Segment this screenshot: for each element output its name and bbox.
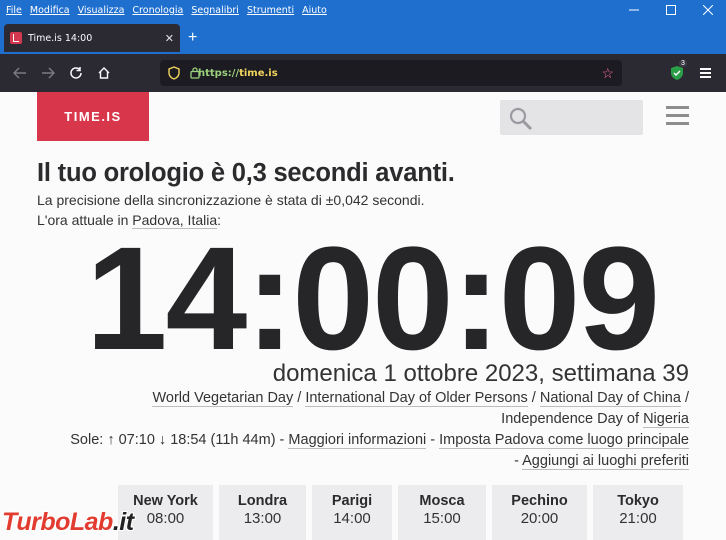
add-favorite-link[interactable]: Aggiungi ai luoghi preferiti — [522, 452, 689, 470]
tab-close-icon[interactable]: ✕ — [165, 32, 174, 45]
tab-title: Time.is 14:00 — [28, 32, 93, 44]
tracking-shield-icon[interactable] — [168, 66, 180, 85]
city-time: 14:00 — [333, 510, 371, 527]
event-link[interactable]: World Vegetarian Day — [152, 390, 294, 407]
event-separator: / — [680, 390, 689, 406]
event-link[interactable]: National Day of China — [539, 390, 681, 407]
city-card[interactable]: Parigi 14:00 — [312, 485, 392, 540]
city-time: 21:00 — [619, 510, 657, 527]
menu-modifica[interactable]: Modifica — [30, 5, 70, 16]
close-icon[interactable] — [689, 0, 726, 20]
event-separator: / — [293, 390, 306, 406]
menu-segnalibri[interactable]: Segnalibri — [191, 5, 239, 16]
event-prefix: Independence Day of — [501, 410, 644, 427]
url-bar[interactable]: https://time.is ☆ — [160, 60, 622, 86]
city-clocks: New York 08:00 Londra 13:00 Parigi 14:00 Mo… — [118, 485, 689, 540]
reload-icon[interactable] — [66, 63, 86, 83]
events-list: World Vegetarian Day / International Day… — [89, 388, 689, 429]
set-home-link[interactable]: Imposta Padova come luogo principale — [439, 432, 689, 449]
city-name: New York — [133, 493, 198, 509]
clock-offset-headline: Il tuo orologio è 0,3 secondi avanti. — [37, 159, 455, 187]
date-text: domenica 1 ottobre 2023, settimana 39 — [272, 360, 689, 387]
main-clock: 14:00:09 — [85, 217, 660, 381]
event-link[interactable]: Nigeria — [643, 410, 689, 428]
menu-visualizza[interactable]: Visualizza — [78, 5, 125, 16]
city-name: Londra — [237, 493, 288, 509]
city-name: Mosca — [419, 493, 465, 509]
menu-file[interactable]: File — [6, 5, 22, 16]
site-menu-icon[interactable] — [666, 106, 689, 130]
more-info-link[interactable]: Maggiori informazioni — [288, 432, 427, 449]
url-host: time.is — [239, 67, 278, 79]
web-page: TIME.IS Il tuo orologio è 0,3 secondi av… — [0, 92, 726, 540]
city-card[interactable]: Pechino 20:00 — [492, 485, 587, 540]
city-card[interactable]: Tokyo 21:00 — [593, 485, 683, 540]
sun-dash: - — [514, 452, 523, 469]
tab-time-is[interactable]: Time.is 14:00 ✕ — [4, 24, 180, 52]
new-tab-button[interactable]: + — [188, 30, 197, 46]
menu-strumenti[interactable]: Strumenti — [247, 5, 294, 16]
city-card[interactable]: Mosca 15:00 — [398, 485, 486, 540]
turbolab-watermark: TurboLab.it — [2, 508, 134, 537]
city-time: 15:00 — [423, 510, 461, 527]
menu-aiuto[interactable]: Aiuto — [302, 5, 327, 16]
time-is-favicon-icon — [10, 32, 22, 44]
navigation-bar: https://time.is ☆ 3 — [0, 54, 726, 92]
home-icon[interactable] — [94, 63, 114, 83]
city-name: Pechino — [511, 493, 568, 509]
city-time: 13:00 — [243, 510, 282, 527]
sun-info: Sole: ↑ 07:10 ↓ 18:54 (11h 44m) - Maggio… — [69, 430, 689, 471]
sync-precision-text: La precisione della sincronizzazione è s… — [37, 192, 425, 208]
menu-bar: File Modifica Visualizza Cronologia Segn… — [0, 0, 726, 20]
watermark-domain: .it — [112, 508, 134, 536]
event-link[interactable]: International Day of Older Persons — [305, 390, 528, 407]
bookmark-star-icon[interactable]: ☆ — [601, 65, 614, 82]
minimize-icon[interactable] — [615, 0, 652, 20]
event-separator: / — [527, 390, 540, 406]
maximize-icon[interactable] — [652, 0, 689, 20]
app-menu-icon[interactable] — [700, 68, 711, 80]
extension-shield-icon[interactable]: 3 — [670, 60, 687, 81]
back-arrow-icon[interactable] — [10, 63, 30, 83]
time-is-logo[interactable]: TIME.IS — [37, 92, 149, 141]
menu-cronologia[interactable]: Cronologia — [132, 5, 183, 16]
search-icon — [509, 107, 533, 136]
forward-arrow-icon[interactable] — [38, 63, 58, 83]
city-name: Tokyo — [617, 493, 659, 509]
tab-strip: Time.is 14:00 ✕ + — [0, 20, 726, 54]
sun-times: Sole: ↑ 07:10 ↓ 18:54 (11h 44m) - — [70, 432, 289, 448]
search-input[interactable] — [500, 100, 643, 135]
lock-icon[interactable] — [190, 66, 200, 84]
city-time: 20:00 — [520, 510, 559, 527]
extension-count-badge: 3 — [679, 60, 687, 67]
url-text: https://time.is — [198, 68, 278, 79]
city-card[interactable]: Londra 13:00 — [219, 485, 306, 540]
url-scheme: https:// — [198, 67, 240, 79]
watermark-text: TurboLab — [2, 508, 113, 536]
window-controls — [615, 0, 726, 20]
sun-dash: - — [426, 432, 440, 448]
city-name: Parigi — [331, 493, 373, 509]
